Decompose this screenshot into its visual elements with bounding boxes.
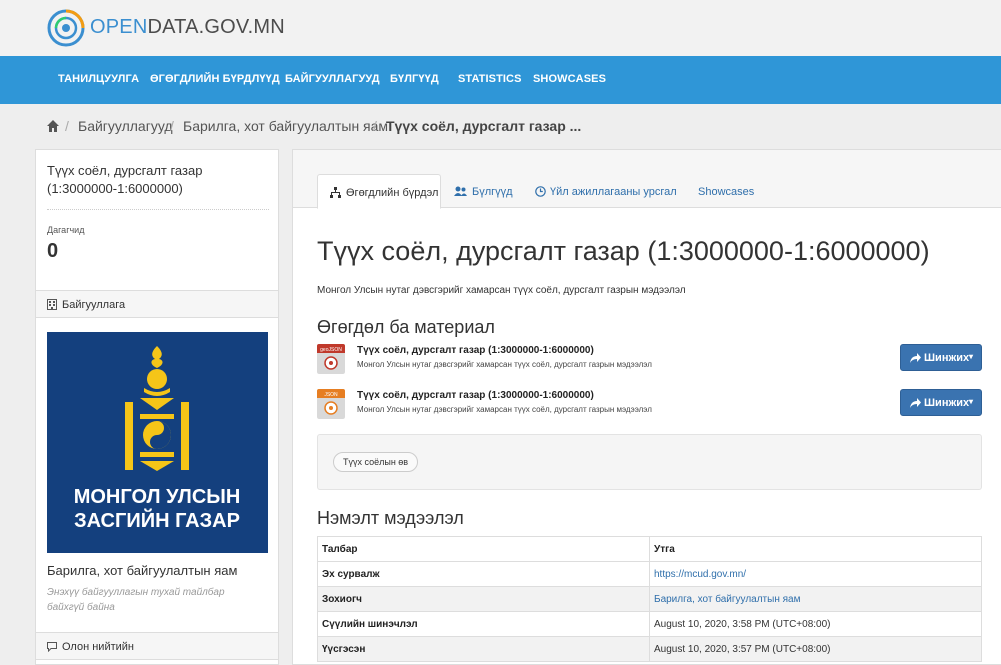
- organization-name[interactable]: Барилга, хот байгуулалтын яам: [47, 563, 237, 578]
- clock-icon: [535, 186, 546, 197]
- resource-item[interactable]: geoJSON Түүх соёл, дурсгалт газар (1:300…: [317, 344, 982, 380]
- tab-groups-label: Бүлгүүд: [472, 186, 513, 198]
- followers-count: 0: [47, 240, 59, 262]
- tab-activity-stream[interactable]: Үйл ажиллагааны урсгал: [535, 174, 677, 209]
- explore-button-label: Шинжих: [924, 352, 970, 364]
- site-logo-text[interactable]: OPENDATA.GOV.MN: [90, 16, 285, 39]
- resource-description: Монгол Улсын нутаг дэвсгэрийг хамарсан т…: [357, 360, 652, 369]
- caret-down-icon: ▾: [969, 397, 974, 406]
- json-format-icon: JSON: [317, 389, 345, 419]
- breadcrumb-separator: /: [65, 118, 69, 134]
- geojson-format-icon: geoJSON: [317, 344, 345, 374]
- share-icon: [910, 353, 921, 363]
- org-logo-line2: ЗАСГИЙН ГАЗАР: [74, 508, 240, 532]
- organization-logo[interactable]: МОНГОЛ УЛСЫН ЗАСГИЙН ГАЗАР: [47, 332, 268, 553]
- resource-format-label: JSON: [324, 392, 338, 398]
- table-row: Зохиогч Барилга, хот байгуулалтын яам: [317, 586, 982, 612]
- nav-about[interactable]: ТАНИЛЦУУЛГА: [58, 73, 139, 85]
- table-cell-value: August 10, 2020, 3:58 PM (UTC+08:00): [649, 611, 982, 637]
- organization-section-header: Байгууллага: [36, 290, 278, 318]
- opendata-logo-icon[interactable]: [46, 8, 86, 48]
- resource-format-label: geoJSON: [320, 347, 342, 353]
- tab-dataset[interactable]: Өгөгдлийн бүрдэл: [317, 174, 441, 209]
- nav-groups[interactable]: БҮЛГҮҮД: [390, 73, 439, 85]
- organization-section-label: Байгууллага: [62, 299, 126, 311]
- resource-title[interactable]: Түүх соёл, дурсгалт газар (1:3000000-1:6…: [357, 345, 594, 356]
- breadcrumb-dataset[interactable]: Түүх соёл, дурсгалт газар ...: [386, 118, 581, 134]
- site-header: OPENDATA.GOV.MN: [0, 0, 1001, 56]
- nav-organizations[interactable]: БАЙГУУЛЛАГУУД: [285, 73, 380, 85]
- home-icon[interactable]: [46, 119, 60, 133]
- resource-title[interactable]: Түүх соёл, дурсгалт газар (1:3000000-1:6…: [357, 390, 594, 401]
- additional-info-heading: Нэмэлт мэдээлэл: [317, 508, 464, 528]
- followers-label: Дагагчид: [47, 225, 85, 235]
- nav-datasets[interactable]: ӨГӨГДЛИЙН БҮРДЛҮҮД: [150, 73, 280, 85]
- tag-item[interactable]: Түүх соёлын өв: [333, 452, 419, 472]
- dataset-notes: Монгол Улсын нутаг дэвсгэрийг хамарсан т…: [317, 285, 686, 296]
- users-icon: [454, 186, 467, 196]
- table-row: Сүүлийн шинэчлэл August 10, 2020, 3:58 P…: [317, 611, 982, 637]
- logo-prefix: OPEN: [90, 16, 148, 38]
- table-header-value: Утга: [649, 536, 982, 562]
- explore-button[interactable]: Шинжих ▾: [900, 344, 982, 371]
- sidebar-dataset-title: Түүх соёл, дурсгалт газар (1:3000000-1:6…: [47, 163, 203, 196]
- tab-dataset-label: Өгөгдлийн бүрдэл: [346, 187, 439, 199]
- table-cell-key: Эх сурвалж: [317, 561, 650, 587]
- logo-suffix: DATA.GOV.MN: [147, 16, 285, 38]
- dataset-tabs: Өгөгдлийн бүрдэл Бүлгүүд Үйл ажиллагааны…: [293, 150, 1001, 209]
- tab-showcases-label: Showcases: [698, 186, 755, 198]
- breadcrumb-separator: /: [373, 118, 377, 134]
- tag-list: Түүх соёлын өв: [317, 434, 982, 490]
- nav-statistics[interactable]: STATISTICS: [458, 73, 522, 85]
- soyombo-emblem-icon: МОНГОЛ УЛСЫН ЗАСГИЙН ГАЗАР: [74, 346, 241, 532]
- table-row: Үүсгэсэн August 10, 2020, 3:57 PM (UTC+0…: [317, 636, 982, 662]
- comment-icon: [47, 642, 57, 652]
- main-content: Өгөгдлийн бүрдэл Бүлгүүд Үйл ажиллагааны…: [292, 149, 1001, 665]
- tab-groups[interactable]: Бүлгүүд: [454, 174, 524, 209]
- table-header-row: Талбар Утга: [317, 536, 982, 562]
- nav-showcases[interactable]: SHOWCASES: [533, 73, 606, 85]
- breadcrumb-separator: /: [170, 118, 174, 134]
- share-icon: [910, 398, 921, 408]
- author-link[interactable]: Барилга, хот байгуулалтын яам: [654, 594, 800, 605]
- table-cell-key: Сүүлийн шинэчлэл: [317, 611, 650, 637]
- building-icon: [47, 299, 57, 310]
- resource-item[interactable]: JSON Түүх соёл, дурсгалт газар (1:300000…: [317, 389, 982, 425]
- sitemap-icon: [330, 187, 341, 198]
- dataset-title: Түүх соёл, дурсгалт газар (1:3000000-1:6…: [317, 236, 930, 266]
- table-row: Эх сурвалж https://mcud.gov.mn/: [317, 561, 982, 587]
- organization-description: Энэхүү байгууллагын тухай тайлбар байхгү…: [47, 587, 225, 613]
- tab-activity-label: Үйл ажиллагааны урсгал: [550, 186, 677, 198]
- table-cell-value: https://mcud.gov.mn/: [649, 561, 982, 587]
- source-link[interactable]: https://mcud.gov.mn/: [654, 569, 746, 580]
- breadcrumb-organizations[interactable]: Байгууллагууд: [78, 118, 173, 134]
- org-logo-line1: МОНГОЛ УЛСЫН: [74, 486, 241, 508]
- tab-showcases[interactable]: Showcases: [698, 174, 758, 209]
- breadcrumb-org[interactable]: Барилга, хот байгуулалтын яам: [183, 118, 388, 134]
- divider: [47, 209, 269, 210]
- caret-down-icon: ▾: [969, 352, 974, 361]
- explore-button[interactable]: Шинжих ▾: [900, 389, 982, 416]
- main-navbar: ТАНИЛЦУУЛГА ӨГӨГДЛИЙН БҮРДЛҮҮД БАЙГУУЛЛА…: [0, 56, 1001, 104]
- sidebar: Түүх соёл, дурсгалт газар (1:3000000-1:6…: [35, 149, 279, 665]
- table-header-field: Талбар: [317, 536, 650, 562]
- table-cell-key: Зохиогч: [317, 586, 650, 612]
- license-section-header: Олон нийтийн: [36, 632, 278, 660]
- additional-info-table: Талбар Утга Эх сурвалж https://mcud.gov.…: [317, 536, 982, 662]
- table-cell-key: Үүсгэсэн: [317, 636, 650, 662]
- table-cell-value: August 10, 2020, 3:57 PM (UTC+08:00): [649, 636, 982, 662]
- license-section-label: Олон нийтийн: [62, 641, 134, 653]
- explore-button-label: Шинжих: [924, 397, 970, 409]
- resources-heading: Өгөгдөл ба материал: [317, 317, 495, 337]
- resource-description: Монгол Улсын нутаг дэвсгэрийг хамарсан т…: [357, 405, 652, 414]
- table-cell-value: Барилга, хот байгуулалтын яам: [649, 586, 982, 612]
